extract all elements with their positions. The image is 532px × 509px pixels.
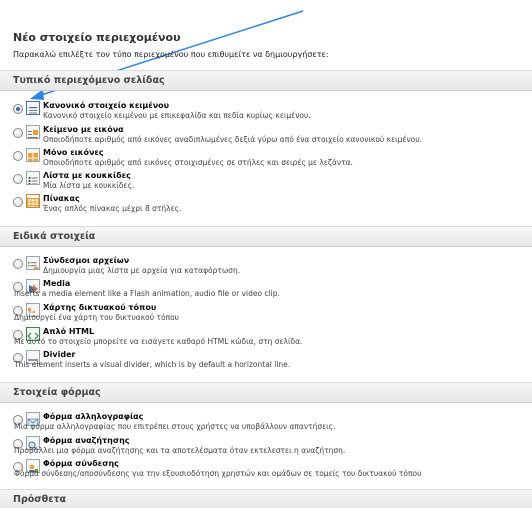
item-title[interactable]: Media bbox=[43, 279, 70, 288]
item-desc: Οποιοδήποτε αριθμός από εικόνες στοιχισμ… bbox=[43, 158, 353, 167]
item-media[interactable]: Media Inserts a media element like a Fla… bbox=[13, 279, 532, 301]
item-file-links[interactable]: Σύνδεσμοι αρχείων Δημιουργία μιας λίστα … bbox=[13, 256, 532, 278]
item-mail-form[interactable]: Φόρμα αλληλογραφίας Μια φόρμα αλληλογραφ… bbox=[13, 412, 532, 434]
text-icon bbox=[26, 101, 40, 115]
item-desc: Inserts a media element like a Flash ani… bbox=[14, 289, 280, 298]
radio-button[interactable] bbox=[13, 128, 23, 138]
item-login-form[interactable]: Φόρμα σύνδεσης Φόρμα σύνδεσης/αποσύνδεση… bbox=[13, 459, 532, 481]
section-header: Ειδικά στοιχεία bbox=[0, 226, 532, 247]
bullet-list-icon bbox=[26, 171, 40, 185]
radio-button[interactable] bbox=[13, 151, 23, 161]
page-title: Νέο στοιχείο περιεχομένου bbox=[13, 31, 181, 44]
item-title[interactable]: Κείμενο με εικόνα bbox=[43, 125, 124, 134]
file-links-icon bbox=[26, 256, 40, 270]
radio-button[interactable] bbox=[13, 174, 23, 184]
item-regular-text[interactable]: Κανονικό στοιχείο κειμένου Κανονικό στοι… bbox=[13, 101, 532, 123]
section-forms: Στοιχεία φόρμας bbox=[0, 382, 532, 403]
item-html[interactable]: Απλό HTML Με αυτό το στοιχείο μπορείτε ν… bbox=[13, 327, 532, 349]
item-images-only[interactable]: Μόνο εικόνες Οποιοδήποτε αριθμός από εικ… bbox=[13, 148, 532, 170]
item-desc: Δημιουργεί ένα χάρτη του δικτυακού τόπου bbox=[14, 313, 180, 322]
item-title[interactable]: Divider bbox=[43, 350, 75, 359]
section-header: Τυπικό περιεχόμενο σελίδας bbox=[0, 70, 532, 91]
text-image-icon bbox=[26, 125, 40, 139]
item-title[interactable]: Πίνακας bbox=[43, 194, 80, 203]
radio-button[interactable] bbox=[13, 197, 23, 207]
item-desc: Με αυτό το στοιχείο μπορείτε να εισάγετε… bbox=[14, 337, 303, 346]
item-desc: Μία λίστα με κουκκίδες. bbox=[43, 181, 135, 190]
radio-button[interactable] bbox=[13, 259, 23, 269]
item-desc: Ένας απλός πίνακας μέχρι 8 στήλες. bbox=[43, 204, 182, 213]
item-desc: This element inserts a visual divider, w… bbox=[14, 360, 291, 369]
radio-button[interactable] bbox=[13, 104, 23, 114]
item-desc: Κανονικό στοιχείο κειμένου με επικεφαλίδ… bbox=[43, 111, 311, 120]
item-title[interactable]: Φόρμα αλληλογραφίας bbox=[43, 412, 143, 421]
item-search-form[interactable]: Φόρμα αναζήτησης Προβάλλει μια φόρμα ανα… bbox=[13, 436, 532, 458]
item-desc: Προβάλλει μια φόρμα αναζήτησης και τα απ… bbox=[14, 446, 346, 455]
images-icon bbox=[26, 148, 40, 162]
item-table[interactable]: Πίνακας Ένας απλός πίνακας μέχρι 8 στήλε… bbox=[13, 194, 532, 216]
item-title[interactable]: Φόρμα αναζήτησης bbox=[43, 436, 130, 445]
item-sitemap[interactable]: Χάρτης δικτυακού τόπου Δημιουργεί ένα χά… bbox=[13, 303, 532, 325]
section-special: Ειδικά στοιχεία bbox=[0, 226, 532, 247]
item-bullet-list[interactable]: Λίστα με κουκκίδες Μία λίστα με κουκκίδε… bbox=[13, 171, 532, 193]
item-desc: Φόρμα σύνδεσης/αποσύνδεσης για την εξουσ… bbox=[14, 469, 422, 478]
item-title[interactable]: Μόνο εικόνες bbox=[43, 148, 104, 157]
item-desc: Δημιουργία μιας λίστα με αρχεία για κατα… bbox=[43, 266, 241, 275]
item-desc: Οποιοδήποτε αριθμός από εικόνες αναδιπλω… bbox=[43, 135, 422, 144]
section-header: Στοιχεία φόρμας bbox=[0, 382, 532, 403]
item-title[interactable]: Κανονικό στοιχείο κειμένου bbox=[43, 101, 169, 110]
section-typical: Τυπικό περιεχόμενο σελίδας bbox=[0, 70, 532, 91]
item-divider[interactable]: Divider This element inserts a visual di… bbox=[13, 350, 532, 372]
table-icon bbox=[26, 194, 40, 208]
item-title[interactable]: Φόρμα σύνδεσης bbox=[43, 459, 119, 468]
item-title[interactable]: Χάρτης δικτυακού τόπου bbox=[43, 303, 156, 312]
item-title[interactable]: Απλό HTML bbox=[43, 327, 94, 336]
item-text-with-image[interactable]: Κείμενο με εικόνα Οποιοδήποτε αριθμός απ… bbox=[13, 125, 532, 147]
item-title[interactable]: Λίστα με κουκκίδες bbox=[43, 171, 131, 180]
item-desc: Μια φόρμα αλληλογραφίας που επιτρέπει στ… bbox=[14, 422, 336, 431]
item-title[interactable]: Σύνδεσμοι αρχείων bbox=[43, 256, 129, 265]
intro-text: Παρακαλώ επιλέξτε τον τύπο περιεχομένου … bbox=[13, 50, 329, 59]
